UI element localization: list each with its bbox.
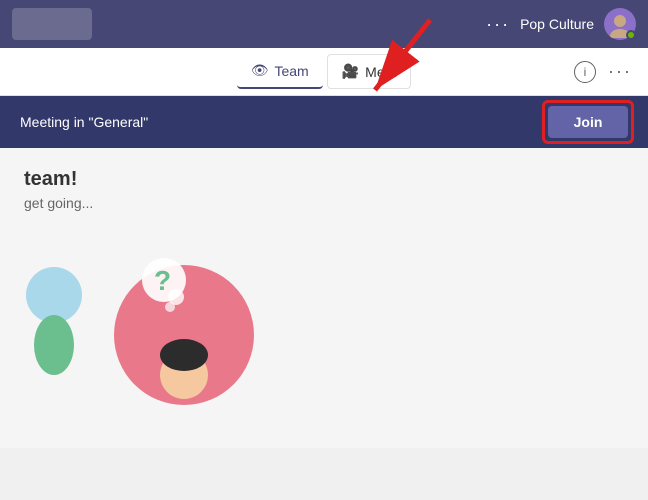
team-tab-label: Team (274, 63, 308, 79)
meet-tab-icon: 🎥 (342, 63, 359, 80)
left-illustration (24, 235, 104, 395)
info-button[interactable]: i (574, 61, 596, 83)
svg-text:?: ? (154, 265, 171, 296)
more-options-button[interactable]: ··· (608, 61, 632, 82)
tab-bar-right-actions: i ··· (574, 61, 632, 83)
team-tab-icon: 👁 (251, 62, 269, 79)
welcome-heading: team! (24, 168, 624, 191)
user-avatar-wrapper[interactable] (604, 8, 636, 40)
meeting-title-label: Meeting in "General" (20, 114, 148, 130)
illustration-area: ? (24, 235, 624, 415)
main-content-area: team! get going... ? (0, 148, 648, 448)
header-bar: ··· Pop Culture (0, 0, 648, 48)
meeting-bar: Meeting in "General" Join (0, 96, 648, 148)
tab-bar: 👁 Team 🎥 Meet i ··· (0, 48, 648, 96)
avatar-status-indicator (626, 30, 636, 40)
channel-name-label: Pop Culture (520, 16, 594, 32)
tab-meet[interactable]: 🎥 Meet (327, 54, 412, 89)
header-left-area (12, 8, 92, 40)
meet-tab-label: Meet (365, 64, 396, 80)
join-button[interactable]: Join (548, 106, 628, 138)
center-illustration: ? (104, 235, 264, 415)
join-button-wrapper: Join (548, 106, 628, 138)
header-more-button[interactable]: ··· (486, 14, 510, 35)
subtitle-text: get going... (24, 195, 624, 211)
header-right-area: ··· Pop Culture (486, 8, 636, 40)
tab-team[interactable]: 👁 Team (237, 54, 323, 89)
